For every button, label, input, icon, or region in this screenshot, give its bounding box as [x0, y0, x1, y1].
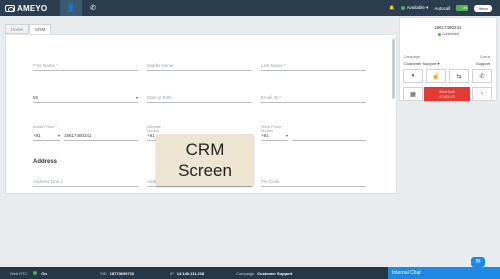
phone-icon: ✆: [90, 5, 96, 12]
web-rtc-value: On: [41, 271, 47, 276]
last-name-field[interactable]: Last Name *: [261, 62, 366, 71]
last-name-placeholder: Last Name *: [261, 63, 286, 68]
middle-name-field[interactable]: Middle Name: [147, 62, 252, 71]
address-line1-placeholder: Address Line 1: [33, 179, 64, 184]
call-status-label: Connected: [442, 32, 459, 36]
sid-label: SID: [100, 271, 107, 276]
ip-label: IP: [170, 271, 174, 276]
availability-label: Available: [406, 5, 425, 10]
user-menu[interactable]: Hiero: [474, 4, 492, 12]
tab-home[interactable]: Home: [5, 24, 30, 34]
hold-button[interactable]: ⏸: [403, 69, 423, 83]
first-name-field[interactable]: First Name *: [33, 62, 138, 71]
phone-nav-button[interactable]: ✆: [82, 0, 104, 16]
ip-value: 14.140.111.218: [176, 271, 205, 276]
chevron-down-icon: ▾: [135, 95, 138, 100]
date-of-birth-field[interactable]: Date of Birth: [147, 94, 252, 103]
date-of-birth-placeholder: Date of Birth: [147, 95, 173, 100]
user-icon: 👤: [66, 5, 76, 12]
address-line1-field[interactable]: Address Line 1: [33, 178, 138, 187]
middle-name-placeholder: Middle Name: [147, 63, 174, 68]
internal-chat-button[interactable]: Internal Chat: [388, 267, 500, 279]
conference-button[interactable]: ✆: [472, 69, 492, 83]
campaign-status-value: Customer Support: [257, 271, 293, 276]
pin-code-placeholder: Pin Code: [261, 179, 280, 184]
caption-line2: Screen: [178, 161, 232, 180]
dialpad-button[interactable]: ▦: [403, 87, 423, 101]
user-nav-button[interactable]: 👤: [60, 0, 82, 16]
hand-icon: ☝: [432, 73, 440, 80]
alternate-label: Alternate Number: [147, 125, 162, 133]
autocall-label: Autocall: [434, 5, 451, 11]
web-rtc-status: Web RTC On: [10, 271, 47, 276]
transfer-icon: ⇆: [456, 73, 462, 80]
availability-dropdown[interactable]: Available ▾: [400, 5, 429, 11]
chevron-left-icon: ‹: [481, 91, 483, 97]
home-label: Home Phone Number: [261, 125, 282, 133]
form-scrollbar[interactable]: [392, 39, 395, 99]
top-right-controls: 🔔 Available ▾ Autocall ON Hiero: [389, 0, 492, 16]
campaign-status: Campaign Customer Support: [236, 271, 292, 276]
web-rtc-dot-icon: [33, 271, 38, 275]
home-code-value: +91: [261, 133, 269, 138]
call-timer: 00:01:12: [439, 94, 455, 99]
bell-icon[interactable]: 🔔: [389, 5, 395, 11]
chevron-down-icon: ▾: [57, 133, 60, 138]
web-rtc-label: Web RTC: [10, 271, 28, 276]
status-dot-icon: [400, 5, 405, 10]
ip-status: IP 14.140.111.218: [170, 271, 204, 276]
pause-icon: ⏸: [411, 72, 415, 79]
caller-number: 18617480241: [434, 25, 462, 30]
chevron-down-icon: ▾: [285, 133, 288, 138]
mobile-code-value: +91: [33, 133, 41, 138]
tab-bar: Home CRM: [5, 24, 52, 34]
campaign-status-label: Campaign: [236, 271, 255, 276]
ameyo-logo: AMEYO: [5, 4, 60, 13]
first-name-placeholder: First Name *: [33, 63, 59, 68]
chevron-down-icon: ▾: [426, 5, 429, 10]
sid-status: SID 18773639710: [100, 271, 134, 276]
mobile-label: Mobile Phone *: [33, 125, 57, 129]
address-heading: Address: [33, 159, 58, 165]
home-code-select[interactable]: Home Phone Number +91 ▾: [261, 125, 288, 141]
call-status: Connected: [438, 32, 459, 36]
mobile-phone-value: 18617480241: [64, 133, 92, 138]
title-value: Mr: [33, 95, 39, 100]
brand-name: AMEYO: [17, 3, 48, 13]
autocall-toggle[interactable]: ON: [456, 5, 469, 11]
call-control-panel: 18617480241 Connected Campaign Customer …: [399, 17, 497, 101]
chat-bubble-icon[interactable]: ✉: [471, 257, 485, 267]
email-field[interactable]: Email ID *: [261, 94, 366, 103]
phone-forward-icon: ✆: [479, 73, 485, 80]
mobile-code-select[interactable]: Mobile Phone * +91 ▾: [33, 125, 60, 141]
tab-crm[interactable]: CRM: [29, 24, 52, 34]
mobile-phone-field[interactable]: 18617480241: [64, 132, 138, 141]
connected-dot-icon: [438, 32, 441, 36]
crm-screen-caption: CRM Screen: [156, 134, 254, 186]
sid-value: 18773639710: [109, 271, 135, 276]
caption-line1: CRM: [185, 140, 225, 159]
autocall-toggle-state: ON: [462, 6, 468, 10]
end-call-button[interactable]: End Call 00:01:12: [424, 87, 470, 101]
title-select[interactable]: Mr ▾: [33, 94, 138, 103]
pin-code-field[interactable]: Pin Code: [261, 178, 366, 187]
transfer-button[interactable]: ⇆: [449, 69, 469, 83]
alternate-code-value: +91: [147, 133, 155, 138]
mute-button[interactable]: ☝: [426, 69, 446, 83]
ameyo-logo-icon: [5, 4, 15, 12]
queue-label: Queue: [480, 55, 491, 59]
dialpad-icon: ▦: [410, 91, 416, 98]
queue-value: Support: [476, 61, 491, 66]
home-phone-field[interactable]: [292, 132, 366, 141]
campaign-label: Campaign: [404, 55, 420, 59]
campaign-select[interactable]: Customer Support ▾: [404, 61, 440, 66]
email-placeholder: Email ID *: [261, 95, 282, 100]
top-bar: AMEYO 👤 ✆ 🔔 Available ▾ Autocall ON Hier…: [0, 0, 500, 16]
collapse-button[interactable]: ‹: [472, 87, 492, 101]
